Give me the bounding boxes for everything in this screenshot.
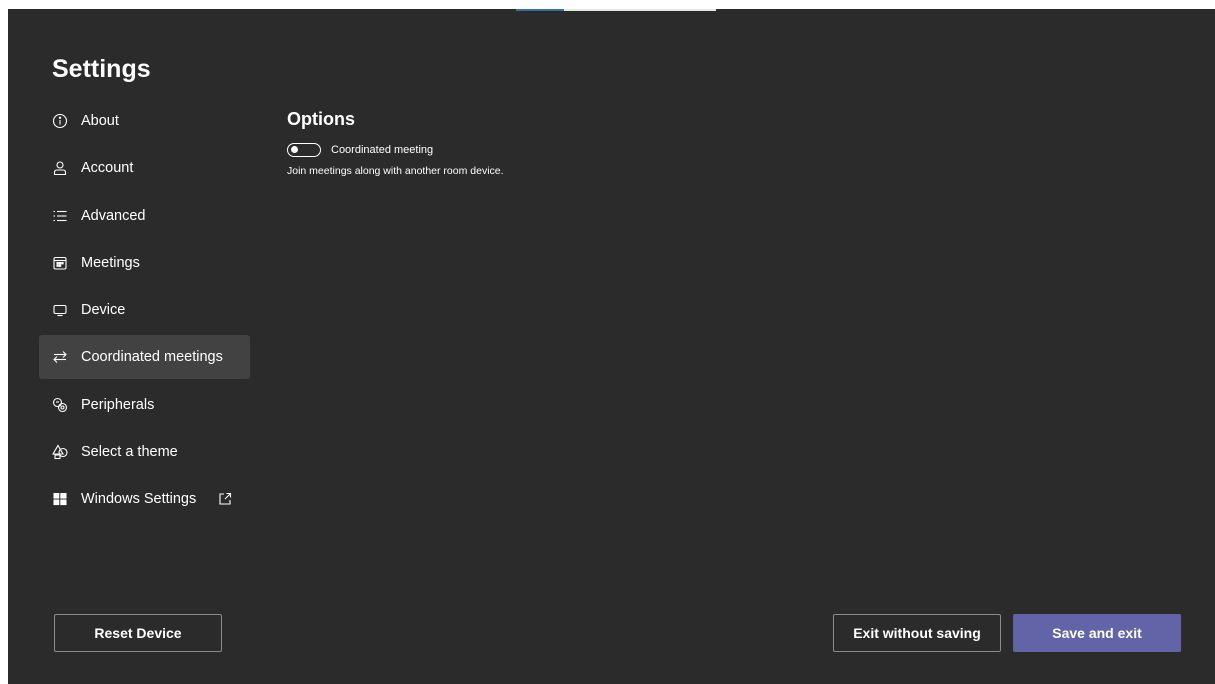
top-accent-bar-light: [564, 9, 716, 11]
sidebar-item-label: Peripherals: [81, 396, 155, 413]
sidebar-item-meetings[interactable]: Meetings: [39, 241, 250, 285]
peripherals-icon: [52, 397, 68, 413]
top-accent-bar: [516, 9, 564, 11]
sidebar: About Account Advanced Meetings Device C…: [39, 99, 250, 525]
sidebar-item-label: Advanced: [81, 207, 146, 224]
sidebar-item-label: Device: [81, 302, 126, 319]
shapes-icon: [52, 444, 68, 460]
sidebar-item-select-a-theme[interactable]: Select a theme: [39, 430, 250, 474]
monitor-icon: [52, 302, 68, 318]
coordinated-meeting-toggle[interactable]: [287, 143, 321, 157]
sidebar-item-label: Windows Settings: [81, 491, 197, 508]
sidebar-item-label: Select a theme: [81, 444, 178, 461]
save-and-exit-button[interactable]: Save and exit: [1013, 614, 1181, 652]
sidebar-item-account[interactable]: Account: [39, 146, 250, 190]
options-heading: Options: [287, 109, 355, 129]
windows-logo-icon: [52, 491, 68, 507]
sidebar-item-about[interactable]: About: [39, 99, 250, 143]
sidebar-item-label: Meetings: [81, 254, 140, 271]
coordinated-meeting-toggle-row: Coordinated meeting: [287, 143, 433, 157]
info-icon: [52, 113, 68, 129]
open-external-icon: [218, 492, 232, 506]
toggle-label: Coordinated meeting: [331, 144, 434, 156]
list-icon: [52, 208, 68, 224]
sidebar-item-label: Account: [81, 160, 134, 177]
reset-device-button[interactable]: Reset Device: [54, 614, 222, 652]
toggle-description: Join meetings along with another room de…: [287, 165, 504, 177]
exit-without-saving-button[interactable]: Exit without saving: [833, 614, 1001, 652]
page-title: Settings: [52, 55, 151, 83]
sidebar-item-windows-settings[interactable]: Windows Settings: [39, 477, 250, 521]
settings-window: Settings About Account Advanced Meetings: [8, 9, 1215, 684]
sidebar-item-device[interactable]: Device: [39, 288, 250, 332]
sidebar-item-label: About: [81, 113, 119, 129]
person-icon: [52, 160, 68, 176]
sidebar-item-label: Coordinated meetings: [81, 349, 223, 366]
calendar-icon: [52, 255, 68, 271]
sidebar-item-peripherals[interactable]: Peripherals: [39, 383, 250, 427]
sidebar-item-advanced[interactable]: Advanced: [39, 194, 250, 238]
toggle-knob: [291, 146, 298, 153]
arrows-swap-icon: [52, 349, 68, 365]
sidebar-item-coordinated-meetings[interactable]: Coordinated meetings: [39, 335, 250, 380]
